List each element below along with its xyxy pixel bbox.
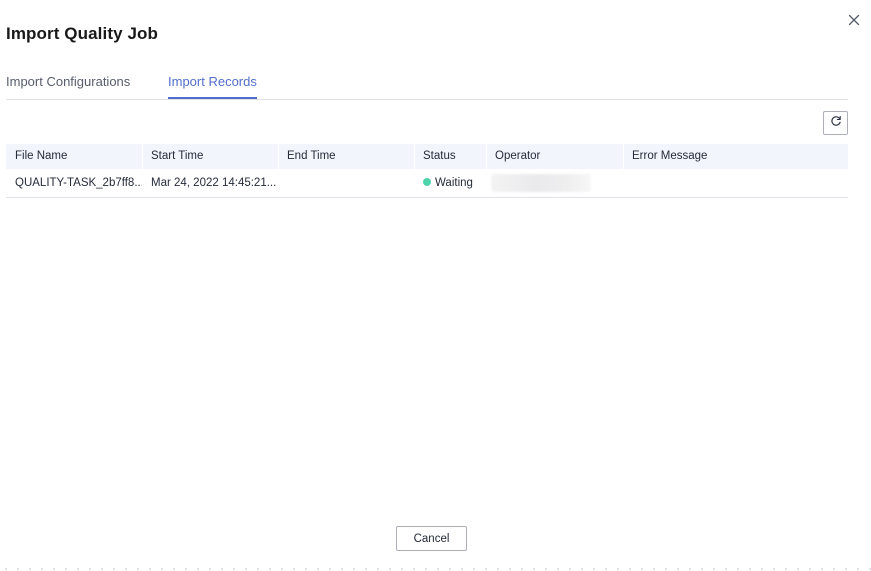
dotted-divider bbox=[0, 568, 871, 570]
cell-start-time: Mar 24, 2022 14:45:21... bbox=[151, 177, 277, 189]
refresh-button[interactable] bbox=[823, 111, 848, 135]
status-text: Waiting bbox=[435, 177, 473, 189]
column-header-status: Status bbox=[414, 144, 486, 169]
import-records-table: File Name Start Time End Time Status Ope… bbox=[6, 144, 848, 198]
tab-import-configurations[interactable]: Import Configurations bbox=[6, 74, 130, 89]
cell-end-time bbox=[278, 169, 414, 197]
dialog-title: Import Quality Job bbox=[6, 24, 158, 43]
column-header-end-time: End Time bbox=[278, 144, 414, 169]
cell-error-message bbox=[623, 169, 848, 197]
cell-file-name: QUALITY-TASK_2b7ff8... bbox=[15, 177, 142, 189]
close-icon[interactable] bbox=[845, 11, 863, 29]
table-header: File Name Start Time End Time Status Ope… bbox=[6, 144, 848, 169]
import-quality-job-dialog: Import Quality Job Import Configurations… bbox=[0, 0, 871, 571]
cell-status: Waiting bbox=[414, 169, 486, 197]
column-header-error-message: Error Message bbox=[623, 144, 848, 169]
status-dot-icon bbox=[423, 178, 431, 186]
tab-import-records[interactable]: Import Records bbox=[168, 74, 257, 99]
refresh-icon bbox=[830, 114, 842, 132]
column-header-start-time: Start Time bbox=[142, 144, 278, 169]
cell-operator bbox=[486, 169, 623, 197]
table-row: QUALITY-TASK_2b7ff8... Mar 24, 2022 14:4… bbox=[6, 169, 848, 198]
cancel-button[interactable]: Cancel bbox=[396, 526, 467, 551]
tab-bar: Import Configurations Import Records bbox=[6, 72, 848, 100]
column-header-operator: Operator bbox=[486, 144, 623, 169]
operator-redacted bbox=[491, 174, 591, 192]
column-header-file-name: File Name bbox=[15, 150, 68, 162]
